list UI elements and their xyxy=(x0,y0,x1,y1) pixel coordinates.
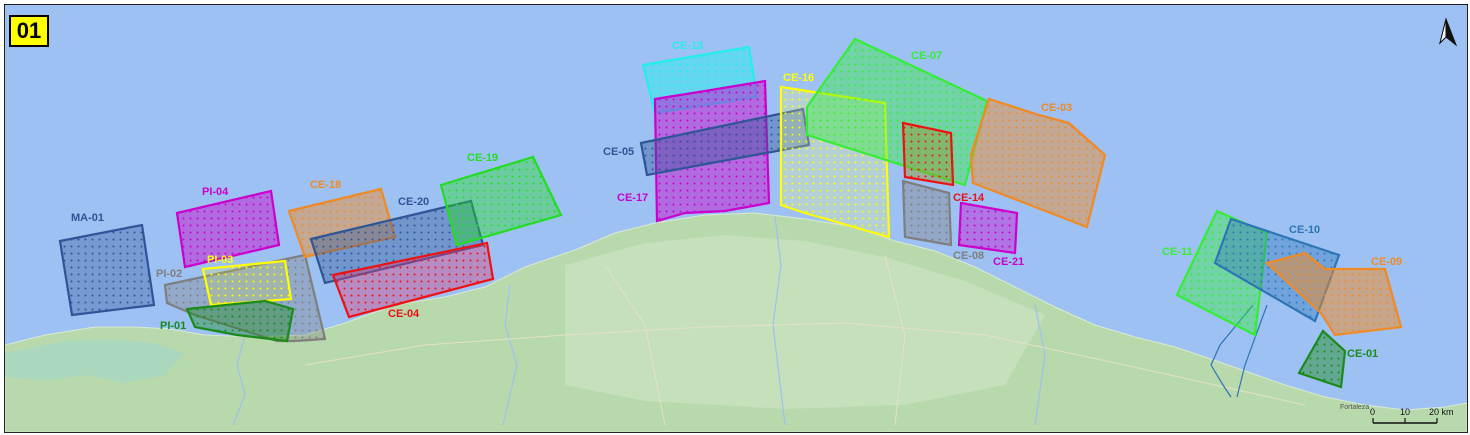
block-label: CE-13 xyxy=(672,40,703,52)
scale-label-10: 10 xyxy=(1400,407,1410,417)
town-label: Fortaleza xyxy=(1340,404,1369,411)
block-label: PI-01 xyxy=(160,320,186,332)
block-label: PI-03 xyxy=(207,254,233,266)
map-badge: 01 xyxy=(9,15,49,47)
turbine-dots xyxy=(60,225,154,315)
scale-label-20: 20 km xyxy=(1429,407,1454,417)
block-label: CE-19 xyxy=(467,152,498,164)
block-label: PI-04 xyxy=(202,186,229,198)
block-label: CE-11 xyxy=(1162,246,1193,258)
block-label: CE-10 xyxy=(1289,224,1320,236)
block-label: CE-21 xyxy=(993,256,1024,268)
block-label: CE-18 xyxy=(310,179,341,191)
block-label: CE-07 xyxy=(911,50,942,62)
map-frame: MA-01 PI-04 PI-02 PI-03 PI-01 CE-18 CE-20 CE-04… xyxy=(4,4,1468,433)
block-label: CE-01 xyxy=(1347,348,1378,360)
block-label: CE-04 xyxy=(388,308,420,320)
block-label: CE-20 xyxy=(398,196,429,208)
map-canvas: MA-01 PI-04 PI-02 PI-03 PI-01 CE-18 CE-20 CE-04… xyxy=(5,5,1467,432)
scale-label-0: 0 xyxy=(1370,407,1375,417)
block-label: CE-17 xyxy=(617,192,648,204)
block-label: CE-08 xyxy=(953,250,984,262)
block-label: CE-09 xyxy=(1371,256,1402,268)
block-label: CE-03 xyxy=(1041,102,1072,114)
block-label: CE-16 xyxy=(783,72,814,84)
block-label: MA-01 xyxy=(71,212,104,224)
block-label: PI-02 xyxy=(156,268,182,280)
block-label: CE-14 xyxy=(953,192,985,204)
block-label: CE-05 xyxy=(603,146,634,158)
turbine-dots xyxy=(903,123,953,185)
